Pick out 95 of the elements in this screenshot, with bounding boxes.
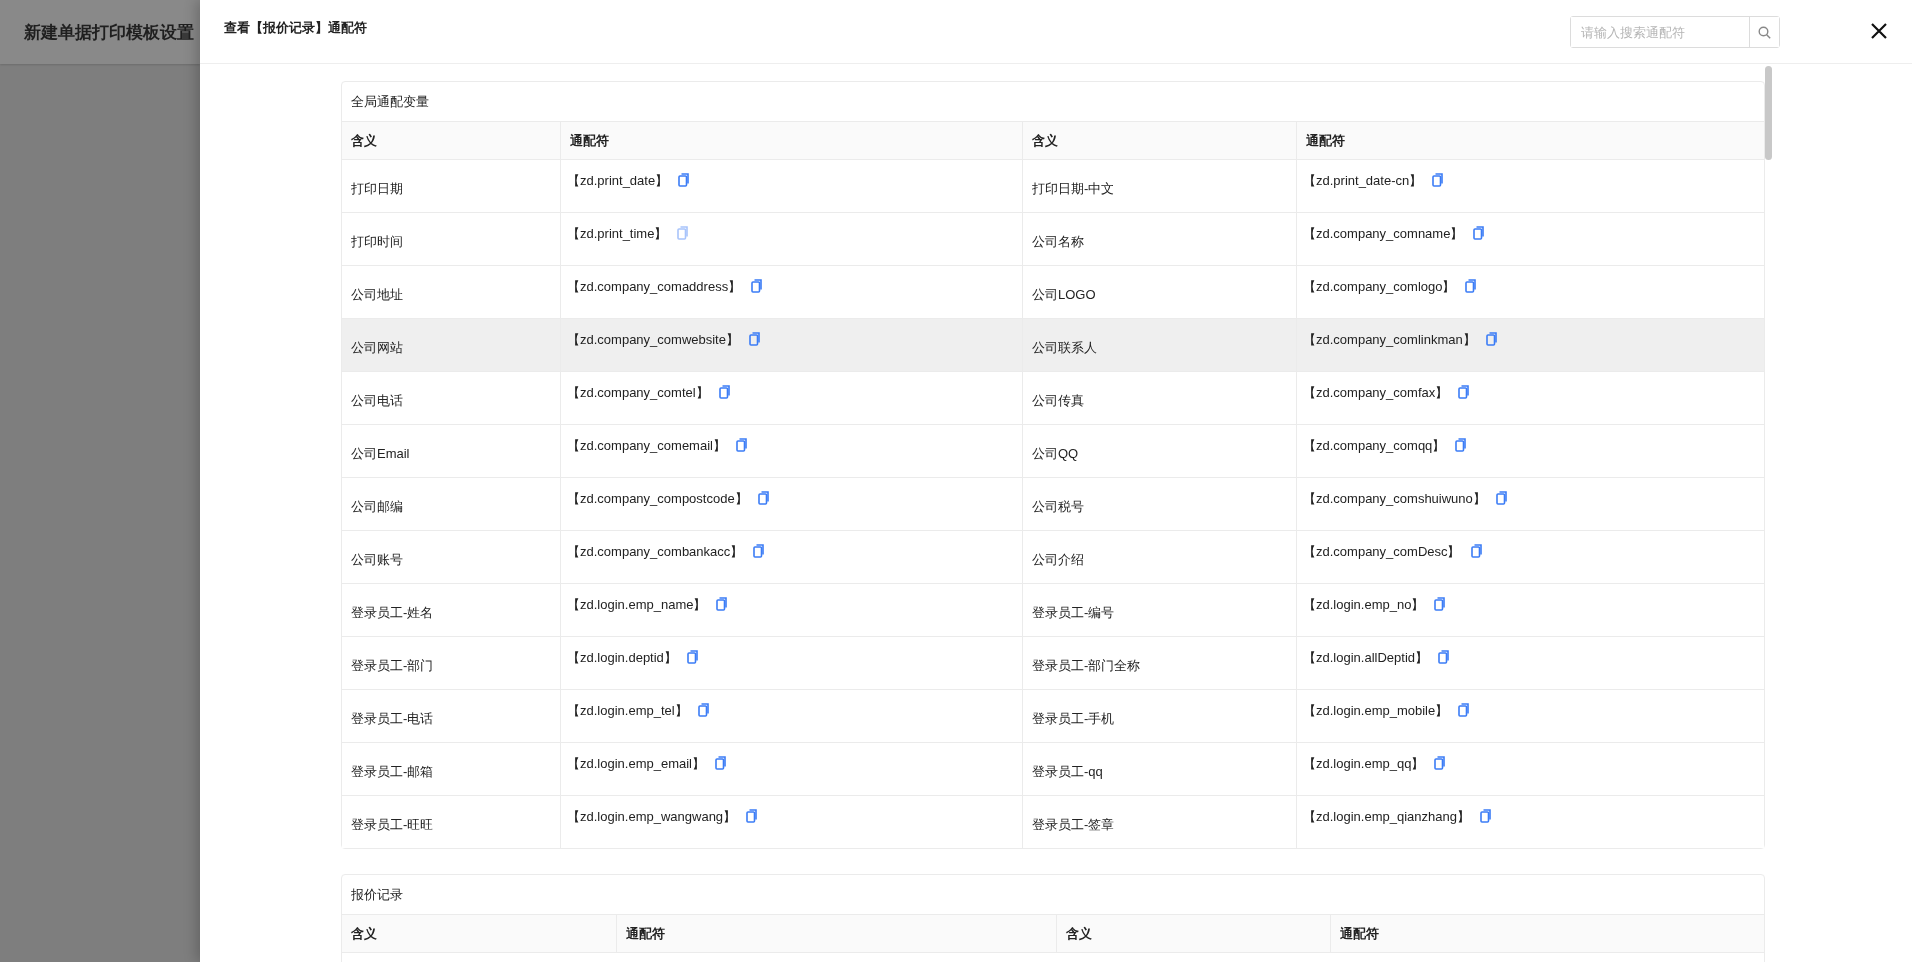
table-cell: 公司介绍: [1023, 530, 1297, 583]
copy-icon[interactable]: [1495, 491, 1508, 505]
copy-icon[interactable]: [757, 491, 770, 505]
close-icon: [1870, 22, 1888, 40]
copy-icon[interactable]: [1473, 226, 1486, 240]
column-header: 通配符: [1331, 914, 1764, 952]
table-cell: 公司QQ: [1023, 424, 1297, 477]
search-icon: [1758, 25, 1771, 39]
table-cell: 登录员工-签章: [1023, 795, 1297, 848]
placeholder-code: 【zd.login.emp_tel】: [567, 702, 688, 720]
close-button[interactable]: [1870, 22, 1888, 40]
table-cell: 打印日期-中文: [1023, 159, 1297, 212]
column-header: 含义: [342, 121, 561, 159]
table-cell: 登录员工-电话: [342, 689, 561, 742]
copy-icon[interactable]: [1432, 173, 1445, 187]
placeholder-code: 【zd.company_compostcode】: [567, 490, 748, 508]
table-cell: 登录员工-部门全称: [1023, 636, 1297, 689]
copy-icon[interactable]: [715, 756, 727, 770]
drawer-title: 查看【报价记录】通配符: [224, 19, 368, 37]
table-cell: 登录员工-姓名: [342, 583, 561, 636]
placeholder-code: 【zd.login.emp_no】: [1303, 596, 1425, 614]
table-cell: 公司传真: [1023, 371, 1297, 424]
placeholder-code: 【zd.company_comDesc】: [1303, 543, 1461, 561]
placeholder-code: 【zd.login.allDeptid】: [1303, 649, 1428, 667]
copy-icon[interactable]: [716, 597, 729, 611]
placeholder-code: 【zd.login.emp_mobile】: [1303, 702, 1449, 720]
copy-icon[interactable]: [1458, 703, 1471, 717]
copy-icon[interactable]: [753, 544, 766, 558]
table-cell: 公司税号: [1023, 477, 1297, 530]
placeholder-code: 【zd.company_comlogo】: [1303, 278, 1456, 296]
table-cell: 登录员工-编号: [1023, 583, 1297, 636]
copy-icon[interactable]: [1465, 279, 1478, 293]
placeholder-code: 【zd.login.emp_qianzhang】: [1303, 808, 1470, 826]
table-cell: 公司LOGO: [1023, 265, 1297, 318]
copy-icon[interactable]: [1470, 544, 1483, 558]
table-cell: 公司网站: [342, 318, 561, 371]
scrollbar[interactable]: [1765, 66, 1772, 160]
placeholder-code: 【zd.print_date-cn】: [1303, 172, 1423, 190]
table-cell: 公司联系人: [1023, 318, 1297, 371]
copy-icon[interactable]: [1438, 650, 1450, 664]
copy-icon[interactable]: [735, 438, 748, 452]
table-cell: 打印时间: [342, 212, 561, 265]
section-title: 全局通配变量: [350, 92, 430, 111]
section-title: 报价记录: [350, 885, 404, 904]
table-cell: 公司邮编: [342, 477, 561, 530]
table-cell: 登录员工-qq: [1023, 742, 1297, 795]
copy-icon[interactable]: [748, 332, 761, 346]
table-cell: 公司Email: [342, 424, 561, 477]
copy-icon[interactable]: [1485, 332, 1498, 346]
placeholder-code: 【zd.login.emp_name】: [567, 596, 707, 614]
placeholder-code: 【zd.login.emp_qq】: [1303, 755, 1425, 773]
column-header: 含义: [1023, 121, 1297, 159]
table-cell: 打印日期: [342, 159, 561, 212]
placeholder-code: 【zd.login.emp_wangwang】: [567, 808, 737, 826]
table-cell: 登录员工-旺旺: [342, 795, 561, 848]
copy-icon[interactable]: [678, 173, 691, 187]
copy-icon[interactable]: [686, 650, 699, 664]
copy-icon[interactable]: [1458, 385, 1471, 399]
placeholder-code: 【zd.company_comqq】: [1303, 437, 1446, 455]
column-header: 通配符: [617, 914, 1057, 952]
copy-icon[interactable]: [1434, 756, 1447, 770]
placeholder-code: 【zd.login.deptid】: [567, 649, 677, 667]
placeholder-code: 【zd.company_comaddress】: [567, 278, 742, 296]
placeholder-code: 【zd.company_comlinkman】: [1303, 331, 1476, 349]
placeholder-code: 【zd.company_comwebsite】: [567, 331, 739, 349]
placeholder-code: 【zd.company_comname】: [1303, 225, 1464, 243]
column-header: 含义: [342, 914, 617, 952]
copy-icon[interactable]: [1455, 438, 1468, 452]
copy-icon[interactable]: [751, 279, 764, 293]
table-cell: 公司名称: [1023, 212, 1297, 265]
placeholder-code: 【zd.company_comemail】: [567, 437, 726, 455]
table-cell: 登录员工-邮箱: [342, 742, 561, 795]
search-button[interactable]: [1749, 17, 1779, 47]
copy-icon[interactable]: [746, 809, 759, 823]
placeholder-code: 【zd.print_date】: [567, 172, 669, 190]
placeholder-code: 【zd.login.emp_email】: [567, 755, 705, 773]
table-cell: 登录员工-手机: [1023, 689, 1297, 742]
column-header: 通配符: [1297, 121, 1764, 159]
table-cell: 登录员工-部门: [342, 636, 561, 689]
placeholder-code: 【zd.print_time】: [567, 225, 668, 243]
copy-icon[interactable]: [718, 385, 731, 399]
page-title: 新建单据打印模板设置: [24, 21, 194, 44]
copy-icon[interactable]: [697, 703, 710, 717]
table-cell: 公司账号: [342, 530, 561, 583]
placeholder-code: 【zd.company_comtel】: [567, 384, 709, 402]
column-header: 含义: [1057, 914, 1331, 952]
copy-icon[interactable]: [1479, 809, 1492, 823]
placeholder-code: 【zd.company_comfax】: [1303, 384, 1449, 402]
placeholder-code: 【zd.company_comshuiwuno】: [1303, 490, 1486, 508]
table-cell: 公司地址: [342, 265, 561, 318]
table-cell: 公司电话: [342, 371, 561, 424]
placeholder-code: 【zd.company_combankacc】: [567, 543, 744, 561]
column-header: 通配符: [561, 121, 1023, 159]
copy-icon[interactable]: [1434, 597, 1447, 611]
search-field[interactable]: 请输入搜索通配符: [1570, 16, 1780, 48]
